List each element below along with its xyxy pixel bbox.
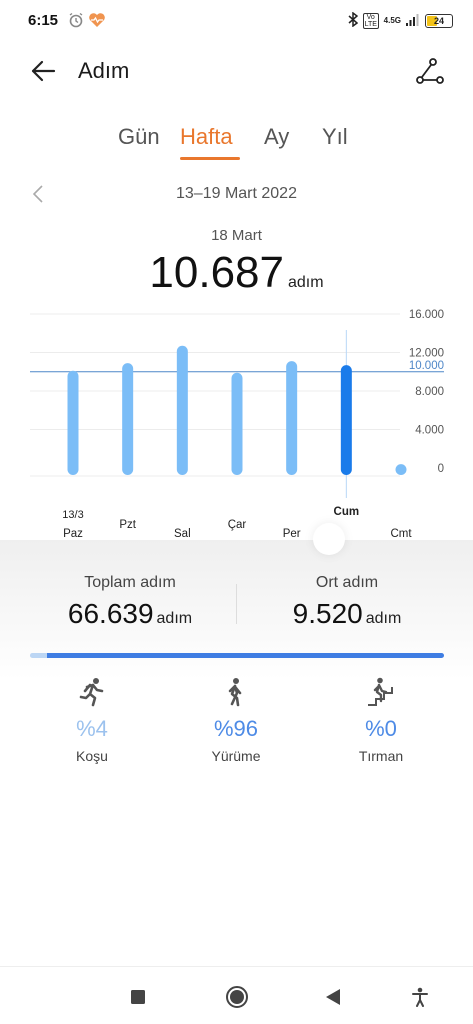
signal-icon	[406, 13, 420, 28]
total-steps-value: 66.639	[67, 598, 154, 629]
triangle-back-icon	[326, 989, 340, 1005]
x-tick-label: Pzt	[119, 519, 136, 531]
bar-sal	[176, 345, 188, 475]
climbing-icon	[321, 676, 441, 708]
system-nav-bar	[0, 966, 473, 1024]
y-tick-label: 4.000	[415, 425, 444, 437]
climbing-percent: %0	[365, 716, 397, 741]
x-tick-label: Per	[283, 528, 301, 540]
activity-running: %4 Koşu	[32, 676, 152, 764]
previous-week-button[interactable]	[28, 182, 48, 206]
total-steps-stat: Toplam adım 66.639 adım	[30, 574, 230, 630]
bluetooth-icon	[348, 11, 358, 29]
stat-divider	[236, 584, 237, 624]
chart-scrub-handle[interactable]	[313, 523, 345, 555]
battery-icon: 24	[425, 13, 453, 28]
bar-cmt	[395, 464, 407, 475]
selected-steps-unit: adım	[288, 274, 324, 291]
walking-percent: %96	[213, 716, 259, 741]
bar-cum	[340, 365, 352, 475]
running-label: Koşu	[76, 748, 108, 764]
average-steps-stat: Ort adım 9.520 adım	[247, 574, 447, 630]
status-bar: 6:15 Vo LTE 4.5G 24	[0, 0, 473, 40]
selected-steps: 10.687 adım	[0, 248, 473, 298]
activity-progress-bar	[30, 653, 444, 658]
x-tick-label: Paz	[63, 528, 83, 540]
weekly-steps-chart[interactable]: 16.000 12.000 8.000 4.000 0 10.000 Paz Pzt Sal Ça…	[0, 300, 473, 550]
y-tick-label: 12.000	[409, 348, 444, 360]
activity-climbing: %0 Tırman	[321, 676, 441, 764]
health-heart-icon	[88, 12, 106, 33]
x-tick-label: Çar	[228, 519, 247, 531]
total-steps-unit: adım	[156, 610, 193, 627]
tab-year[interactable]: Yıl	[322, 124, 348, 150]
tab-day[interactable]: Gün	[118, 124, 160, 150]
date-range: 13–19 Mart 2022	[176, 185, 297, 202]
route-icon	[416, 58, 444, 84]
bar-çar	[231, 372, 243, 475]
recents-button[interactable]	[124, 983, 152, 1011]
volte-badge: Vo LTE	[362, 12, 379, 29]
back-nav-button[interactable]	[319, 983, 347, 1011]
walking-label: Yürüme	[211, 748, 261, 764]
circle-icon	[226, 986, 248, 1008]
app-bar: Adım	[0, 50, 473, 90]
y-tick-label: 0	[438, 463, 444, 475]
accessibility-icon	[412, 987, 428, 1007]
selected-date: 18 Mart	[211, 227, 262, 244]
x-tick-label: Sal	[174, 528, 191, 540]
running-percent: %4	[76, 716, 108, 741]
active-tab-indicator	[180, 157, 240, 160]
selected-steps-value: 10.687	[149, 248, 284, 297]
first-date-label: 13/3	[62, 509, 83, 521]
chevron-left-icon	[33, 185, 43, 203]
alarm-icon	[68, 12, 84, 33]
square-icon	[131, 990, 145, 1004]
accessibility-button[interactable]	[406, 983, 434, 1011]
tab-week[interactable]: Hafta	[180, 124, 233, 150]
period-tabs: Gün Hafta Ay Yıl	[0, 124, 473, 164]
bar-per	[286, 361, 298, 475]
activity-walking: %96 Yürüme	[176, 676, 296, 764]
average-steps-unit: adım	[365, 610, 402, 627]
status-time: 6:15	[28, 12, 59, 29]
page-title: Adım	[78, 58, 130, 83]
x-tick-label: Cmt	[390, 528, 412, 540]
date-range-row: 13–19 Mart 2022	[0, 182, 473, 210]
network-type: 4.5G	[383, 16, 401, 25]
x-tick-label: Cum	[334, 506, 360, 518]
arrow-left-icon	[31, 60, 56, 82]
back-button[interactable]	[26, 54, 60, 88]
bar-paz	[67, 370, 79, 475]
progress-running	[30, 653, 47, 658]
running-icon	[32, 676, 152, 708]
walking-icon	[176, 676, 296, 708]
status-icons: Vo LTE 4.5G 24	[348, 11, 453, 29]
home-button[interactable]	[223, 983, 251, 1011]
y-tick-label: 16.000	[409, 309, 444, 321]
progress-walking	[46, 653, 444, 658]
climbing-label: Tırman	[358, 748, 404, 764]
goal-label: 10.000	[409, 360, 444, 372]
chart-svg: 16.000 12.000 8.000 4.000 0 10.000 Paz Pzt Sal Ça…	[30, 309, 444, 540]
average-steps-label: Ort adım	[315, 574, 379, 591]
tab-month[interactable]: Ay	[264, 124, 289, 150]
bar-pzt	[122, 363, 134, 475]
battery-level: 24	[433, 15, 444, 26]
y-tick-label: 8.000	[415, 386, 444, 398]
total-steps-label: Toplam adım	[84, 574, 176, 591]
route-button[interactable]	[413, 54, 447, 88]
average-steps-value: 9.520	[292, 598, 363, 629]
